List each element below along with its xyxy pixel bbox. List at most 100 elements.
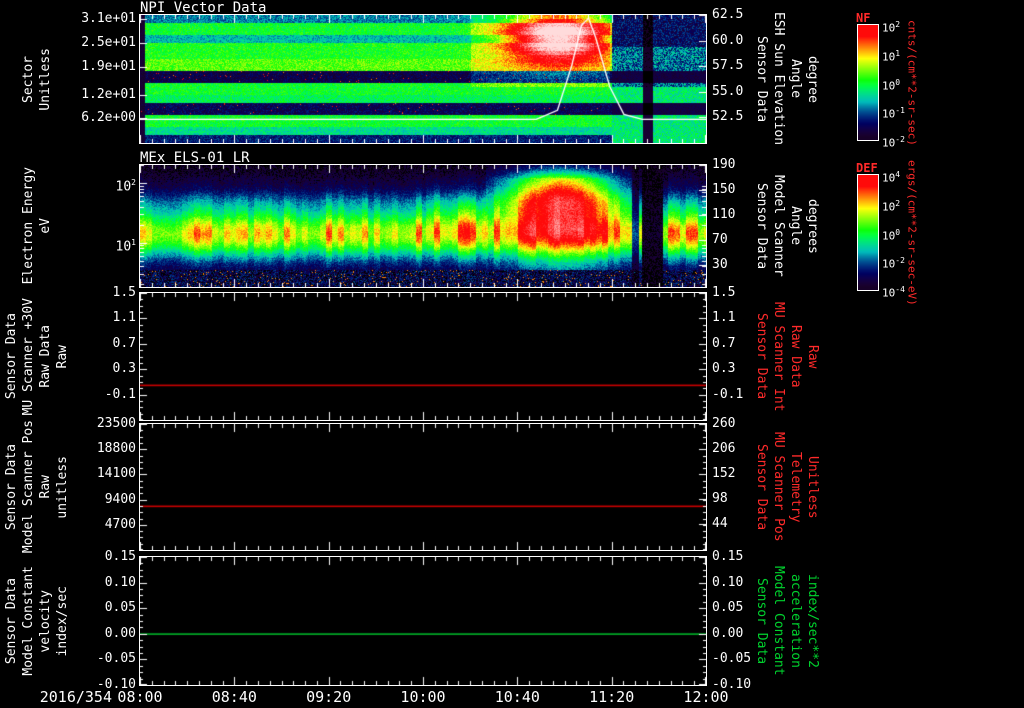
model-constant-velocity-right-axis-label-line-3: index/sec**2 bbox=[805, 574, 820, 668]
els-right-axis-label: Sensor Data Model Scanner Angle degrees bbox=[752, 165, 822, 287]
y-tick-label: 1.9e+01 bbox=[81, 59, 136, 74]
npi-y-axis-label-line-0: Sector bbox=[21, 55, 36, 103]
colorbar-tick-label: 100 bbox=[882, 77, 901, 93]
els-plot-canvas bbox=[139, 164, 707, 288]
panel-title-els: MEx ELS-01 LR bbox=[140, 150, 250, 166]
colorbar-tick-label: 102 bbox=[882, 198, 901, 214]
y-tick-label: 1.5 bbox=[112, 285, 136, 300]
colorbar-tick-label: 100 bbox=[882, 227, 901, 243]
model-scanner-pos-y-axis-label-line-1: Model Scanner Pos bbox=[21, 420, 36, 554]
colorbar-tick-label: 104 bbox=[882, 170, 901, 185]
colorbar-tick-label: 10-2 bbox=[882, 135, 905, 150]
y-tick-label: 18800 bbox=[96, 441, 136, 457]
y-tick-label: 3.1e+01 bbox=[81, 11, 136, 26]
y-tick-label: 1.2e+01 bbox=[81, 87, 136, 102]
model-constant-velocity-right-axis-label-line-2: acceleration bbox=[788, 574, 803, 668]
model-constant-velocity-right-axis-label-line-1: Model Constant bbox=[771, 566, 786, 676]
y-tick-label: 2.5e+01 bbox=[81, 35, 136, 50]
colorbar-tick-label: 10-4 bbox=[882, 285, 905, 300]
colorbar-tick-label: 10-1 bbox=[882, 106, 905, 121]
y-tick-label: 0.3 bbox=[112, 361, 136, 377]
npi-right-axis-label-line-2: Angle bbox=[788, 59, 803, 99]
mu-scanner-raw-right-axis-label-line-0: Sensor Data bbox=[754, 313, 769, 400]
mu-scanner-raw-y-axis-label: Sensor Data MU Scanner +30V Raw Data Raw bbox=[2, 293, 72, 420]
colorbar-title-nf: NF bbox=[856, 11, 871, 25]
colorbar-nf bbox=[857, 24, 879, 141]
model-constant-velocity-y-axis-label: Sensor Data Model Constant velocity index/s… bbox=[2, 557, 72, 685]
mu-scanner-raw-y-axis-label-line-2: Raw Data bbox=[38, 325, 53, 388]
mu-scanner-raw-right-axis-label-line-3: Raw bbox=[805, 344, 820, 369]
mu-scanner-raw-right-axis-label: Sensor Data MU Scanner Int Raw Data Raw bbox=[752, 293, 822, 420]
x-tick-label: 12:00 bbox=[683, 688, 729, 706]
y-tick-label: 0.15 bbox=[104, 549, 136, 564]
els-right-axis-label-line-1: Model Scanner bbox=[771, 175, 786, 277]
colorbar-unit-nf-line-0: cnts/(cm**2-sr-sec) bbox=[905, 19, 919, 146]
model-scanner-pos-y-axis-label-line-2: Raw bbox=[38, 475, 53, 499]
y-tick-label: 102 bbox=[115, 177, 136, 195]
model-constant-velocity-y-axis-label-line-1: Model Constant bbox=[21, 566, 36, 676]
els-right-axis-label-line-3: degrees bbox=[805, 198, 820, 254]
npi-y-axis-label: Sector Unitless bbox=[2, 15, 72, 143]
els-y-axis-label: Electron Energy eV bbox=[2, 165, 72, 287]
x-tick-label: 11:20 bbox=[589, 688, 635, 706]
model-scanner-pos-right-axis-label-line-2: Telemetry bbox=[788, 451, 803, 523]
x-tick-label: 10:00 bbox=[400, 688, 446, 706]
model-constant-velocity-y-axis-label-line-2: velocity bbox=[38, 589, 53, 653]
colorbar-title-def: DEF bbox=[856, 161, 878, 175]
colorbar-tick-label: 10-2 bbox=[882, 256, 905, 271]
model-scanner-pos-plot-canvas bbox=[139, 423, 707, 551]
mu-scanner-raw-right-axis-label-line-1: MU Scanner Int bbox=[771, 301, 786, 412]
y-tick-label: 101 bbox=[115, 237, 136, 254]
npi-right-axis-label-line-1: ESH Sun Elevation bbox=[771, 12, 786, 146]
panel-title-npi: NPI Vector Data bbox=[140, 0, 267, 16]
y-tick-label: 23500 bbox=[96, 416, 136, 431]
y-tick-label: 0.10 bbox=[104, 574, 136, 590]
model-constant-velocity-y-axis-label-line-0: Sensor Data bbox=[4, 577, 19, 665]
mu-scanner-raw-plot-canvas bbox=[139, 292, 707, 421]
npi-y-axis-label-line-1: Unitless bbox=[38, 47, 53, 111]
colorbar-unit-def: ergs/(cm**2-sr-sec-eV) bbox=[904, 155, 920, 310]
model-scanner-pos-right-axis-label-line-1: MU Scanner Pos bbox=[771, 432, 786, 542]
y-tick-label: 4700 bbox=[104, 516, 136, 532]
npi-right-axis-label-line-3: degree bbox=[805, 55, 820, 103]
y-tick-label: 6.2e+00 bbox=[81, 110, 136, 126]
x-tick-label: 09:20 bbox=[306, 688, 352, 706]
model-constant-velocity-plot-canvas bbox=[139, 556, 707, 686]
model-constant-velocity-y-axis-label-line-3: index/sec bbox=[55, 585, 70, 657]
model-constant-velocity-right-axis-label: Sensor Data Model Constant acceleration ind… bbox=[752, 557, 822, 685]
x-tick-label: 08:00 bbox=[117, 688, 163, 706]
model-scanner-pos-right-axis-label: Sensor Data MU Scanner Pos Telemetry Unitle… bbox=[752, 424, 822, 550]
date-label: 2016/354 bbox=[39, 688, 112, 706]
model-scanner-pos-y-axis-label-line-3: unitless bbox=[55, 455, 70, 519]
y-tick-label: 0.7 bbox=[112, 335, 136, 351]
colorbar-tick-label: 101 bbox=[882, 48, 901, 64]
colorbar-unit-def-line-0: ergs/(cm**2-sr-sec-eV) bbox=[905, 159, 919, 306]
y-tick-label: 1.1 bbox=[112, 310, 136, 326]
model-scanner-pos-right-axis-label-line-3: Unitless bbox=[805, 455, 820, 519]
els-right-axis-label-line-2: Angle bbox=[788, 206, 803, 246]
y-tick-label: -0.05 bbox=[96, 651, 136, 667]
mu-scanner-raw-right-axis-label-line-2: Raw Data bbox=[788, 325, 803, 388]
els-y-axis-label-line-0: Electron Energy bbox=[21, 167, 36, 285]
model-scanner-pos-y-axis-label: Sensor Data Model Scanner Pos Raw unitless bbox=[2, 420, 72, 553]
y-tick-label: 0.00 bbox=[104, 625, 136, 641]
model-constant-velocity-right-axis-label-line-0: Sensor Data bbox=[754, 577, 769, 665]
y-tick-label: 14100 bbox=[96, 466, 136, 482]
mu-scanner-raw-y-axis-label-line-0: Sensor Data bbox=[4, 313, 19, 400]
mu-scanner-raw-y-axis-label-line-1: MU Scanner +30V bbox=[21, 297, 36, 416]
npi-right-axis-label-line-0: Sensor Data bbox=[754, 35, 769, 123]
y-tick-label: 9400 bbox=[104, 491, 136, 507]
spacecraft-timeseries-plot: NPI Vector Data 3.1e+01 2.5e+01 1.9e+01 1.2e… bbox=[0, 0, 1024, 708]
npi-plot-canvas bbox=[139, 14, 707, 144]
x-tick-label: 10:40 bbox=[494, 688, 540, 706]
colorbar-tick-label: 102 bbox=[882, 20, 901, 35]
x-tick-label: 08:40 bbox=[211, 688, 257, 706]
els-y-axis-label-line-1: eV bbox=[38, 218, 53, 234]
model-scanner-pos-y-axis-label-line-0: Sensor Data bbox=[4, 443, 19, 531]
mu-scanner-raw-y-axis-label-line-3: Raw bbox=[55, 344, 70, 369]
y-tick-label: -0.1 bbox=[104, 386, 136, 402]
colorbar-unit-nf: cnts/(cm**2-sr-sec) bbox=[904, 5, 920, 160]
npi-right-axis-label: Sensor Data ESH Sun Elevation Angle degree bbox=[752, 12, 822, 146]
model-scanner-pos-right-axis-label-line-0: Sensor Data bbox=[754, 443, 769, 531]
y-tick-label: 0.05 bbox=[104, 600, 136, 616]
